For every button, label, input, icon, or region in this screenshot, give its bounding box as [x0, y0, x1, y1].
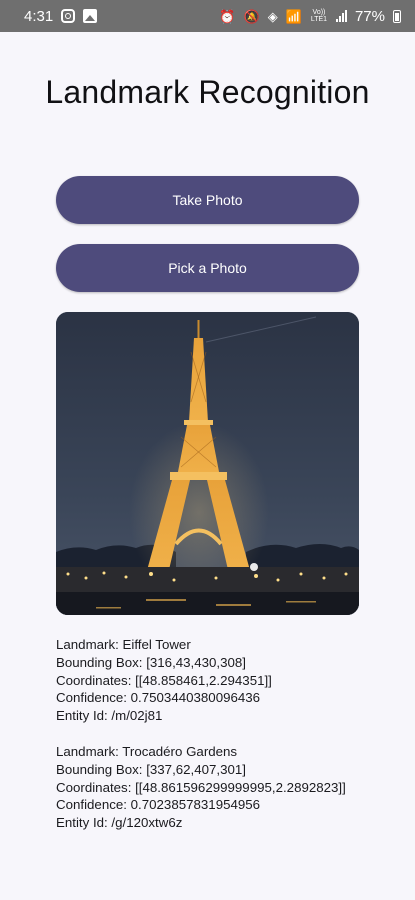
landmark-name: Landmark: Trocadéro Gardens: [56, 743, 238, 759]
instagram-icon: [61, 9, 76, 23]
status-left: 4:31: [24, 7, 98, 25]
eiffel-tower-image: [56, 312, 359, 615]
battery-percentage: 77%: [354, 7, 385, 25]
wifi-icon: 📶: [285, 8, 302, 24]
battery-icon: [393, 9, 401, 23]
signal-icon: [335, 10, 347, 22]
mute-icon: 🔕: [243, 8, 260, 24]
pick-photo-button[interactable]: Pick a Photo: [56, 244, 359, 292]
status-right: ⏰ 🔕 ◈ 📶 Vo)) LTE1 77%: [219, 8, 401, 25]
entity-id: Entity Id: /g/120xtw6z: [56, 815, 183, 831]
status-time: 4:31: [24, 7, 54, 25]
confidence: Confidence: 0.7023857831954956: [56, 797, 261, 813]
coordinates: Coordinates: [[48.861596299999995,2.2892…: [56, 779, 346, 795]
alarm-icon: ⏰: [219, 8, 236, 24]
recognition-results: Landmark: Eiffel Tower Bounding Box: [31…: [56, 636, 396, 850]
entity-id: Entity Id: /m/02j81: [56, 708, 163, 724]
take-photo-button[interactable]: Take Photo: [56, 176, 359, 224]
status-bar: 4:31 ⏰ 🔕 ◈ 📶 Vo)) LTE1 77%: [0, 0, 415, 32]
landmark-name: Landmark: Eiffel Tower: [56, 637, 191, 652]
nfc-icon: ◈: [267, 8, 278, 24]
network-label: Vo)) LTE1: [310, 9, 328, 23]
landmark-photo: [56, 312, 359, 615]
confidence: Confidence: 0.7503440380096436: [56, 690, 261, 706]
result-item: Landmark: Trocadéro Gardens Bounding Box…: [56, 743, 396, 832]
bounding-box: Bounding Box: [316,43,430,308]: [56, 654, 247, 670]
page-title: Landmark Recognition: [45, 74, 370, 110]
gallery-icon: [83, 9, 98, 23]
coordinates: Coordinates: [[48.858461,2.294351]]: [56, 672, 272, 688]
bounding-box: Bounding Box: [337,62,407,301]: [56, 761, 247, 777]
result-item: Landmark: Eiffel Tower Bounding Box: [31…: [56, 636, 396, 725]
